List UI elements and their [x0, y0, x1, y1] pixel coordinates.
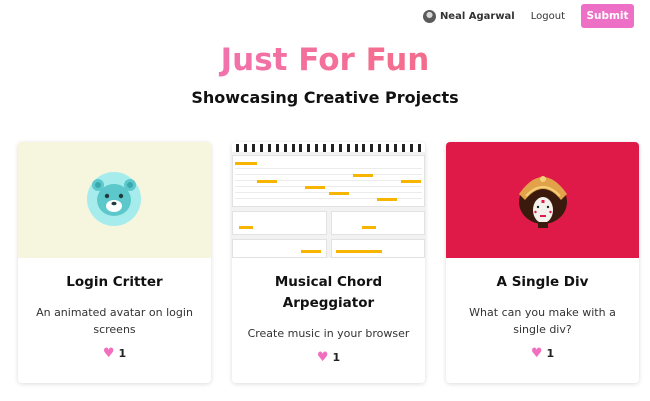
card-title[interactable]: A Single Div [460, 272, 625, 293]
submit-button[interactable]: Submit [581, 4, 634, 28]
project-card-login-critter[interactable]: Login Critter An animated avatar on logi… [18, 142, 211, 383]
card-thumbnail[interactable] [232, 142, 425, 258]
card-title[interactable]: Musical Chord Arpeggiator [246, 272, 411, 314]
project-card-single-div[interactable]: A Single Div What can you make with a si… [446, 142, 639, 383]
page-title: Just For Fun [0, 40, 650, 80]
heart-icon[interactable]: ♥ [531, 347, 543, 360]
arpeggio-type-panel [331, 239, 425, 258]
like-count-value: 1 [332, 351, 341, 364]
bear-face-icon [87, 172, 141, 226]
heart-icon[interactable]: ♥ [317, 351, 329, 364]
like-count[interactable]: ♥ 1 [460, 347, 625, 361]
card-thumbnail[interactable] [18, 142, 211, 258]
card-thumbnail[interactable] [446, 142, 639, 258]
user-profile[interactable]: Neal Agarwal [422, 9, 515, 23]
page-subtitle: Showcasing Creative Projects [191, 88, 459, 107]
like-count[interactable]: ♥ 1 [246, 351, 411, 365]
like-count[interactable]: ♥ 1 [32, 347, 197, 361]
mode-panel [331, 211, 425, 235]
piano-keys-graphic [232, 142, 425, 152]
avatar[interactable] [422, 9, 436, 23]
root-panel [232, 211, 327, 235]
chord-progression-panel [232, 155, 425, 207]
top-nav: Neal Agarwal Logout Submit [422, 4, 634, 28]
like-count-value: 1 [546, 347, 555, 360]
queen-amidala-icon [519, 176, 567, 228]
like-count-value: 1 [118, 347, 127, 360]
project-card-arpeggiator[interactable]: Musical Chord Arpeggiator Create music i… [232, 142, 425, 383]
logout-link[interactable]: Logout [531, 11, 565, 22]
card-description: Create music in your browser [247, 327, 410, 340]
username[interactable]: Neal Agarwal [440, 11, 515, 22]
heart-icon[interactable]: ♥ [103, 347, 115, 360]
arpeggio-steps-panel [232, 239, 327, 258]
card-description: An animated avatar on login screens [36, 306, 193, 336]
card-title[interactable]: Login Critter [32, 272, 197, 293]
card-description: What can you make with a single div? [469, 306, 616, 336]
